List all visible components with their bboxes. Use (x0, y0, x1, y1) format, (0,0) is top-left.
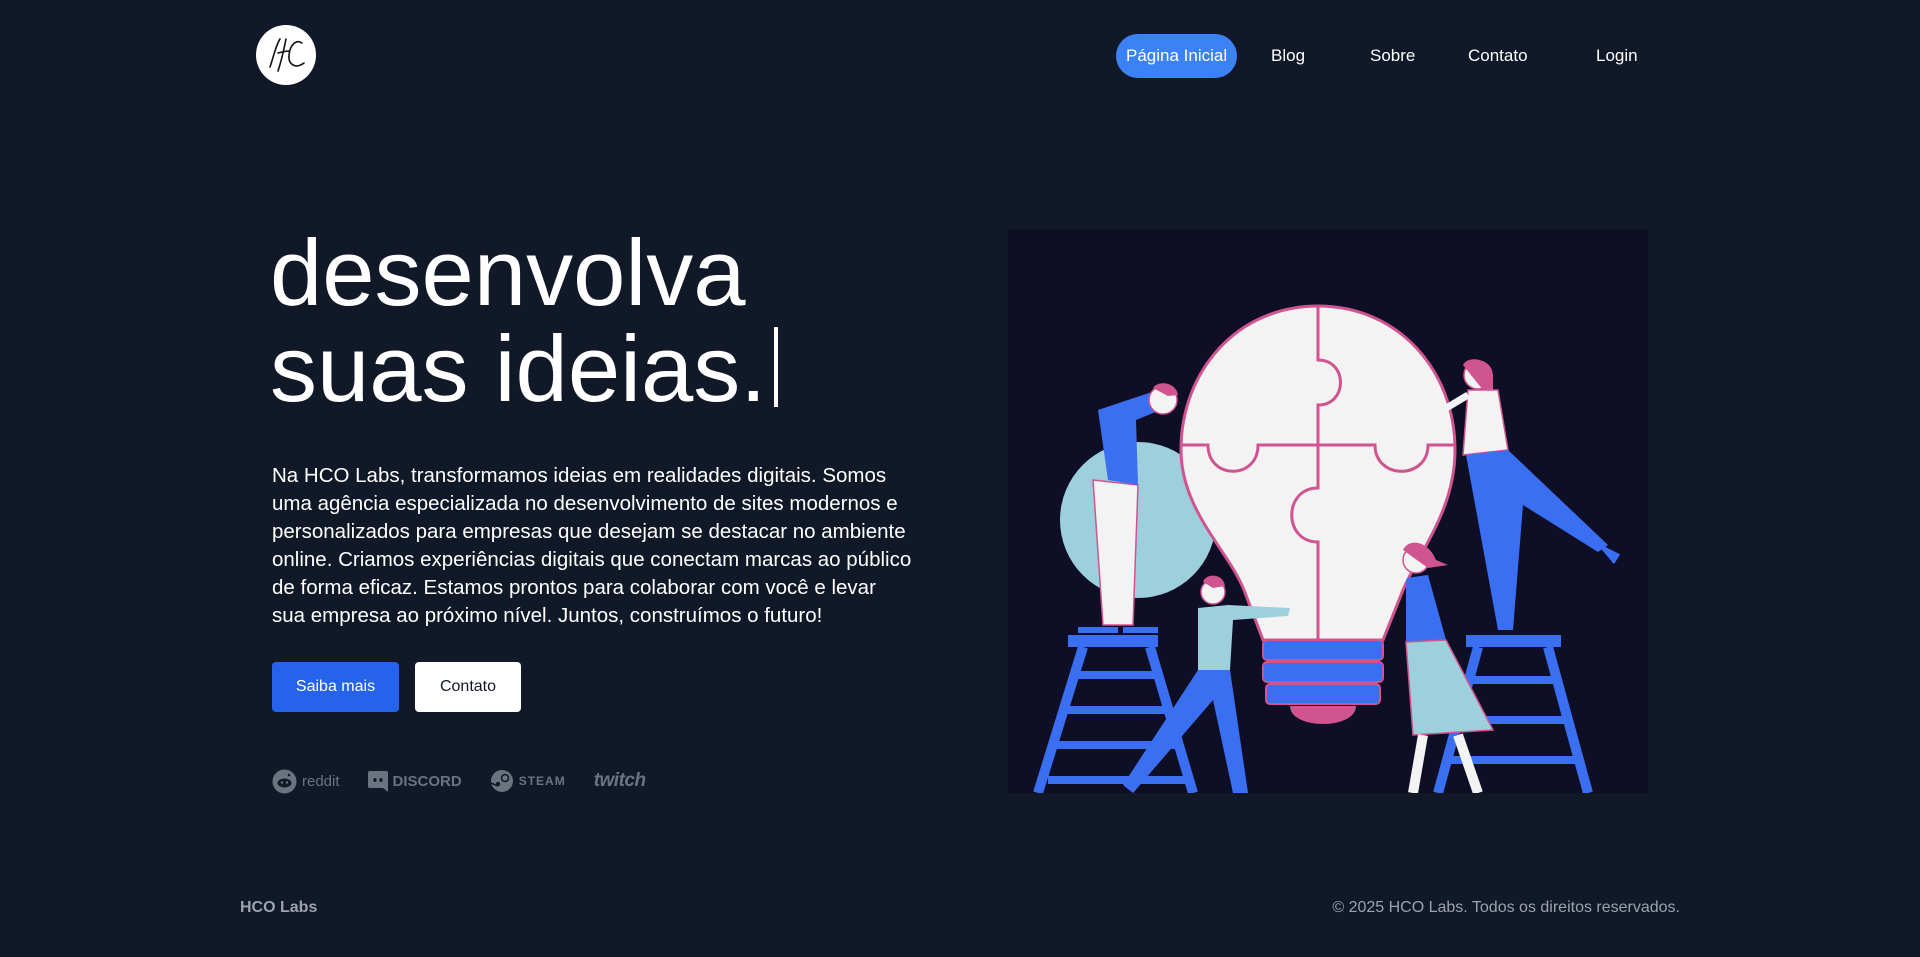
hero-description: Na HCO Labs, transformamos ideias em rea… (272, 464, 912, 627)
nav-login[interactable]: Login (1596, 34, 1638, 78)
hero-title: desenvolva suas ideias. (270, 220, 779, 417)
hero-illustration (1008, 230, 1648, 793)
brand-steam-label: STEAM (518, 774, 566, 788)
main-nav: Página Inicial Blog Sobre Contato Login (0, 34, 1920, 78)
contato-button[interactable]: Contato (415, 662, 521, 712)
reddit-icon (272, 769, 297, 793)
footer-copyright: © 2025 HCO Labs. Todos os direitos reser… (1332, 899, 1680, 916)
nav-home[interactable]: Página Inicial (1116, 34, 1238, 78)
steam-icon (490, 770, 513, 792)
typing-cursor (774, 327, 779, 407)
hero-title-line1: desenvolva (270, 220, 746, 325)
brand-discord-label: DISCORD (392, 772, 462, 790)
brand-reddit: reddit (272, 769, 340, 794)
brand-discord: DISCORD (367, 770, 462, 792)
nav-sobre[interactable]: Sobre (1370, 34, 1415, 78)
brand-reddit-label: reddit (302, 772, 340, 790)
brand-logos: reddit DISCORD STEAM twitch (272, 766, 674, 796)
discord-icon (367, 771, 388, 792)
nav-contato[interactable]: Contato (1468, 34, 1528, 78)
footer-brand: HCO Labs (240, 899, 318, 916)
brand-steam: STEAM (490, 769, 566, 793)
hero-title-line2: suas ideias. (270, 316, 767, 421)
lightbulb-puzzle-illustration (1033, 304, 1621, 793)
nav-blog[interactable]: Blog (1271, 34, 1305, 78)
brand-twitch-label: twitch (593, 770, 646, 791)
saiba-mais-button[interactable]: Saiba mais (272, 662, 399, 712)
brand-twitch: twitch (594, 770, 646, 792)
